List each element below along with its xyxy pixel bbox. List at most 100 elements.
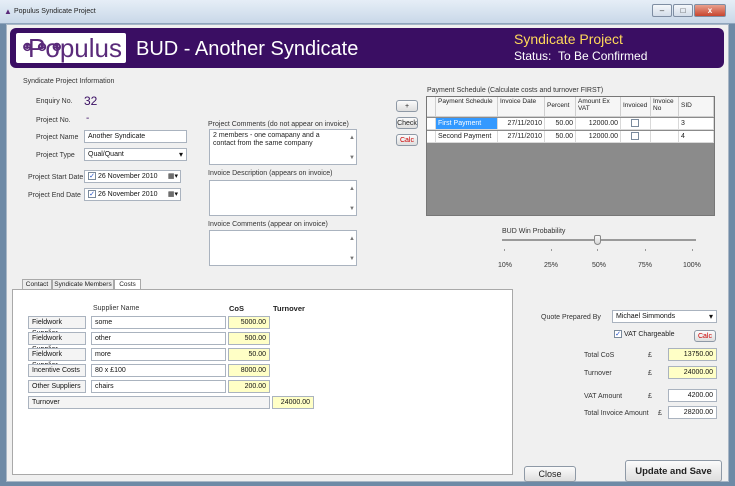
project-type-select[interactable]: Qual/Quant	[84, 148, 187, 161]
cos-input[interactable]: 200.00	[228, 380, 270, 393]
currency-symbol: £	[648, 352, 652, 359]
project-name-label: Project Name	[36, 134, 79, 141]
add-payment-button[interactable]: +	[396, 100, 418, 112]
col-header[interactable]: Payment Schedule	[436, 97, 498, 117]
col-header[interactable]: Percent	[545, 97, 576, 117]
turnover-row-label: Turnover	[28, 396, 270, 409]
table-cell[interactable]	[651, 131, 679, 143]
vat-chargeable[interactable]: ✓ VAT Chargeable	[614, 330, 675, 338]
invoiced-checkbox[interactable]	[631, 119, 639, 128]
table-cell[interactable]: 27/11/2010	[498, 131, 545, 143]
scrollbar[interactable]: ▲ ▼	[348, 231, 356, 265]
table-cell[interactable]: Second Payment	[436, 131, 498, 143]
col-header[interactable]: Invoiced	[621, 97, 651, 117]
update-save-button[interactable]: Update and Save	[625, 460, 722, 482]
calc-payment-button[interactable]: Calc	[396, 134, 418, 146]
start-date-checkbox[interactable]: ✓	[88, 172, 96, 181]
table-cell[interactable]: 12000.00	[576, 118, 621, 130]
table-cell[interactable]: 12000.00	[576, 131, 621, 143]
supplier-input[interactable]: other	[91, 332, 226, 345]
cost-type-label: Fieldwork Supplier	[28, 332, 86, 353]
calendar-icon[interactable]: ▦▾	[168, 189, 178, 200]
supplier-input[interactable]: chairs	[91, 380, 226, 393]
invoiced-cell[interactable]	[621, 131, 651, 143]
end-date-checkbox[interactable]: ✓	[88, 190, 96, 199]
app-icon: ▲	[4, 7, 12, 16]
table-cell[interactable]	[651, 118, 679, 130]
calendar-icon[interactable]: ▦▾	[168, 171, 178, 182]
people-icon: ☻☻☻	[20, 38, 65, 54]
project-comments-textarea[interactable]: 2 members - one comapany and a contact f…	[209, 129, 357, 165]
win-probability-slider-thumb[interactable]	[594, 235, 601, 245]
project-no-value: -	[86, 113, 90, 124]
close-button[interactable]: Close	[524, 466, 576, 482]
total-invoice-value: 28200.00	[668, 406, 717, 419]
check-button[interactable]: Check	[396, 117, 418, 129]
tick-label: 10%	[498, 262, 513, 269]
tick-label: 50%	[592, 262, 607, 269]
invoiced-checkbox[interactable]	[631, 132, 639, 141]
scrollbar[interactable]: ▲ ▼	[348, 130, 356, 164]
turnover-input[interactable]: 24000.00	[272, 396, 314, 409]
col-header[interactable]: Invoice Date	[498, 97, 545, 117]
end-date-label: Project End Date	[28, 192, 81, 199]
vat-checkbox[interactable]: ✓	[614, 330, 622, 338]
cos-header: CoS	[229, 304, 244, 313]
project-type-label: Project Type	[36, 152, 75, 159]
cos-input[interactable]: 500.00	[228, 332, 270, 345]
total-cos-label: Total CoS	[584, 352, 615, 359]
slider-tick	[597, 249, 598, 251]
win-probability-label: BUD Win Probability	[502, 228, 566, 235]
quote-prepared-select[interactable]: Michael Simmonds	[612, 310, 717, 323]
section-title: Syndicate Project Information	[23, 78, 115, 85]
quote-prepared-label: Quote Prepared By	[541, 314, 601, 321]
vat-amount-label: VAT Amount	[584, 393, 623, 400]
slider-tick	[504, 249, 505, 251]
start-date-picker[interactable]: ✓ 26 November 2010 ▦▾	[84, 170, 181, 183]
col-header[interactable]: Invoice No	[651, 97, 679, 117]
status-label: Status: To Be Confirmed	[514, 49, 648, 63]
window-titlebar: ▲ Populus Syndicate Project – □ x	[0, 0, 735, 24]
cos-input[interactable]: 50.00	[228, 348, 270, 361]
cost-type-label: Other Suppliers	[28, 380, 86, 393]
supplier-input[interactable]: more	[91, 348, 226, 361]
close-window-button[interactable]: x	[694, 4, 726, 17]
enquiry-label: Enquiry No.	[36, 98, 73, 105]
col-header[interactable]: Amount Ex VAT	[576, 97, 621, 117]
table-cell[interactable]: 4	[679, 131, 714, 143]
cos-input[interactable]: 8000.00	[228, 364, 270, 377]
window-title: Populus Syndicate Project	[14, 8, 96, 15]
project-label: Syndicate Project	[514, 31, 623, 47]
total-invoice-label: Total Invoice Amount	[584, 410, 649, 417]
scrollbar[interactable]: ▲ ▼	[348, 181, 356, 215]
project-no-label: Project No.	[36, 117, 71, 124]
banner-title: BUD - Another Syndicate	[136, 38, 359, 60]
vat-amount-value: 4200.00	[668, 389, 717, 402]
project-comments-label: Project Comments (do not appear on invoi…	[208, 121, 349, 128]
table-cell[interactable]: First Payment	[436, 118, 498, 130]
minimize-button[interactable]: –	[652, 4, 672, 17]
row-header	[427, 131, 436, 143]
supplier-input[interactable]: 80 x £100	[91, 364, 226, 377]
header-banner: ☻☻☻ Populus BUD - Another Syndicate Synd…	[10, 28, 724, 68]
table-cell[interactable]: 3	[679, 118, 714, 130]
maximize-button[interactable]: □	[673, 4, 693, 17]
populus-logo: ☻☻☻ Populus	[16, 33, 126, 63]
tick-label: 100%	[683, 262, 701, 269]
start-date-label: Project Start Date	[28, 174, 84, 181]
cos-input[interactable]: 5000.00	[228, 316, 270, 329]
table-cell[interactable]: 50.00	[545, 118, 576, 130]
col-header[interactable]: SID	[679, 97, 714, 117]
end-date-picker[interactable]: ✓ 26 November 2010 ▦▾	[84, 188, 181, 201]
invoice-description-textarea[interactable]: ▲ ▼	[209, 180, 357, 216]
calc-totals-button[interactable]: Calc	[694, 330, 716, 342]
invoice-comments-textarea[interactable]: ▲ ▼	[209, 230, 357, 266]
currency-symbol: £	[648, 370, 652, 377]
supplier-input[interactable]: some	[91, 316, 226, 329]
project-name-input[interactable]: Another Syndicate	[84, 130, 187, 143]
table-cell[interactable]: 27/11/2010	[498, 118, 545, 130]
row-header	[427, 118, 436, 130]
table-cell[interactable]: 50.00	[545, 131, 576, 143]
invoiced-cell[interactable]	[621, 118, 651, 130]
invoice-description-label: Invoice Description (appears on invoice)	[208, 170, 333, 177]
